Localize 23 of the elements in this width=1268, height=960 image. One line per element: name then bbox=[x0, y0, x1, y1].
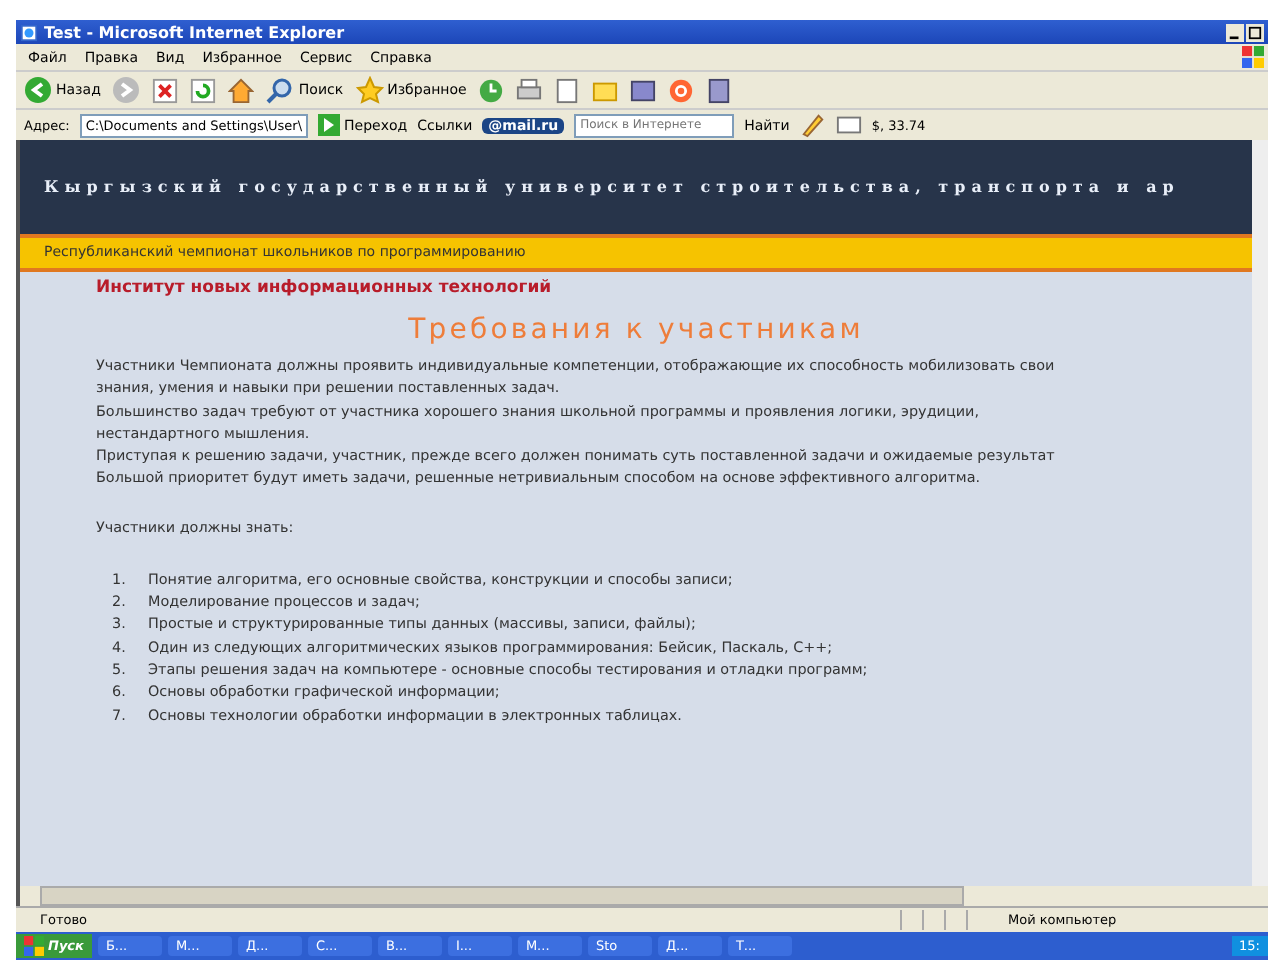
mail-icon[interactable] bbox=[668, 77, 695, 103]
maximize-icon bbox=[1248, 25, 1262, 39]
maximize-button[interactable] bbox=[1246, 23, 1264, 41]
page-heading: Требования к участникам bbox=[406, 314, 866, 346]
browser-icon bbox=[20, 23, 38, 41]
printer-icon[interactable] bbox=[516, 77, 543, 103]
search-icon bbox=[266, 76, 295, 104]
home-icon[interactable] bbox=[228, 77, 255, 103]
envelope-icon[interactable] bbox=[835, 112, 862, 138]
star-icon bbox=[355, 76, 384, 104]
refresh-icon[interactable] bbox=[190, 77, 217, 103]
history-icon[interactable] bbox=[478, 77, 505, 103]
window-title: Test - Microsoft Internet Explorer bbox=[44, 23, 345, 41]
stop-icon[interactable] bbox=[152, 77, 179, 103]
document-icon[interactable] bbox=[554, 77, 581, 103]
vertical-scrollbar[interactable] bbox=[1252, 140, 1268, 886]
minimize-button[interactable] bbox=[1226, 23, 1244, 41]
windows-logo-icon bbox=[24, 936, 44, 956]
institute-title: Институт новых информационных технологий bbox=[94, 276, 554, 298]
play-arrow-icon bbox=[318, 114, 341, 136]
university-header: Кыргызский государственный университет строительства, транспорта и ар bbox=[20, 140, 1252, 238]
windows-logo-icon bbox=[1242, 46, 1264, 68]
folder-icon[interactable] bbox=[592, 77, 619, 103]
